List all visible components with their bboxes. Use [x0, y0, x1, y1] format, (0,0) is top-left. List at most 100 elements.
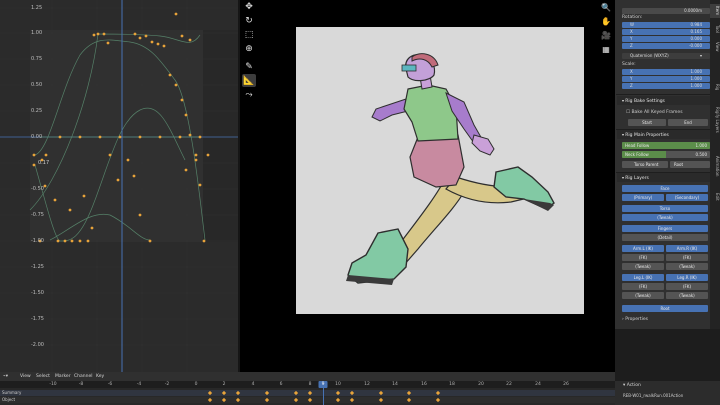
- current-frame-indicator[interactable]: 9: [318, 381, 328, 388]
- rotate-tool-icon[interactable]: ↻: [242, 14, 256, 27]
- y-axis-label: 1.25: [31, 5, 43, 11]
- panel-header-main-properties[interactable]: Rig Main Properties: [617, 130, 710, 139]
- layer-leg-l-tweak-button[interactable]: (Tweak): [622, 292, 664, 299]
- zoom-icon[interactable]: 🔍: [600, 1, 612, 13]
- frame-ruler[interactable]: -10 -8 -6 -4 -2 0 2 4 6 8 10 12 14 16 18…: [0, 381, 615, 388]
- properties-footer-label[interactable]: › Properties: [622, 317, 648, 322]
- pan-hand-icon[interactable]: ✋: [600, 15, 612, 27]
- y-axis-label: 0.50: [31, 82, 43, 88]
- frame-tick: 2: [222, 382, 226, 387]
- layer-leg-l-ik-button[interactable]: Leg.L (IK): [622, 274, 664, 281]
- tab-edit[interactable]: Edit: [710, 190, 720, 204]
- pose-tool-icon[interactable]: ⤳: [242, 88, 256, 101]
- action-name-field[interactable]: REB-W01_rwalkRun.001Action: [623, 393, 683, 398]
- annotate-tool-icon[interactable]: ✎: [242, 60, 256, 73]
- tab-rig[interactable]: Rig: [710, 80, 720, 94]
- bake-start-field[interactable]: Start: [628, 119, 666, 126]
- layer-arm-l-fk-button[interactable]: (FK): [622, 254, 664, 261]
- layer-arm-l-ik-button[interactable]: Arm.L (IK): [622, 245, 664, 252]
- scale-tool-icon[interactable]: ⬚: [242, 28, 256, 41]
- properties-footer-text: Properties: [625, 317, 648, 322]
- frame-tick: 16: [421, 382, 427, 387]
- layer-leg-r-tweak-button[interactable]: (Tweak): [666, 292, 708, 299]
- bake-all-keyed-label: Bake All Keyed Frames: [631, 110, 683, 115]
- camera-icon[interactable]: 🎥: [600, 29, 612, 41]
- frame-tick: 14: [392, 382, 398, 387]
- frame-tick: -8: [78, 382, 84, 387]
- bake-all-keyed-checkbox[interactable]: ☐ Bake All Keyed Frames: [626, 110, 683, 115]
- menu-select[interactable]: Select: [36, 372, 50, 381]
- torso-parent-select[interactable]: Root: [670, 161, 710, 168]
- rotation-mode-select[interactable]: Quaternion (WXYZ) ▾: [622, 53, 710, 59]
- tab-rigify-layers[interactable]: Rigify Layers: [710, 100, 720, 140]
- frame-tick: -6: [107, 382, 113, 387]
- rotation-x-field[interactable]: X 0.165: [622, 29, 710, 35]
- tab-animation[interactable]: Animation: [710, 146, 720, 186]
- layer-fingers-detail-button[interactable]: (Detail): [622, 234, 708, 241]
- location-field[interactable]: 0.0000m: [622, 8, 710, 14]
- frame-tick: 22: [506, 382, 512, 387]
- editor-type-icon[interactable]: ⌁▾: [3, 372, 8, 381]
- frame-tick: -4: [136, 382, 142, 387]
- menu-view[interactable]: View: [20, 372, 31, 381]
- head-follow-slider[interactable]: Head Follow 1.000: [622, 142, 710, 149]
- layer-arm-r-fk-button[interactable]: (FK): [666, 254, 708, 261]
- y-axis-label: 1.00: [31, 30, 43, 36]
- action-panel: Action REB-W01_rwalkRun.001Action: [615, 381, 720, 405]
- layer-root-button[interactable]: Root: [622, 305, 708, 312]
- layer-leg-r-fk-button[interactable]: (FK): [666, 283, 708, 290]
- tab-tool[interactable]: Tool: [710, 22, 720, 36]
- row-label: Object: [2, 397, 16, 402]
- sidebar-tabs: Item Tool View Rig Rigify Layers Animati…: [710, 0, 720, 329]
- tab-view[interactable]: View: [710, 40, 720, 54]
- panel-header-bake[interactable]: Rig Bake Settings: [617, 96, 710, 105]
- timeline[interactable]: -10 -8 -6 -4 -2 0 2 4 6 8 10 12 14 16 18…: [0, 381, 615, 405]
- bake-end-field[interactable]: End: [668, 119, 708, 126]
- rotation-z-field[interactable]: Z -0.000: [622, 43, 710, 49]
- layer-torso-button[interactable]: Torso: [622, 205, 708, 212]
- row-label: Summary: [2, 390, 22, 395]
- viewport-toolbar: ✥ ↻ ⬚ ⊕ ✎ 📐 ⤳: [242, 0, 258, 102]
- menu-key[interactable]: Key: [96, 372, 104, 381]
- neck-follow-slider[interactable]: Neck Follow 0.500: [622, 151, 710, 158]
- sidebar-empty-area: [615, 329, 720, 372]
- tab-item[interactable]: Item: [710, 4, 720, 18]
- scale-label: Scale:: [622, 62, 636, 67]
- rotation-y-field[interactable]: Y 0.000: [622, 36, 710, 42]
- frame-tick: 18: [449, 382, 455, 387]
- layer-secondary-button[interactable]: (Secondary): [666, 194, 708, 201]
- rotation-w-field[interactable]: W 0.984: [622, 22, 710, 28]
- layer-torso-tweak-button[interactable]: (Tweak): [622, 214, 708, 221]
- layer-arm-l-tweak-button[interactable]: (Tweak): [622, 263, 664, 270]
- y-axis-label: 0.75: [31, 56, 43, 62]
- y-axis-label: -1.25: [31, 264, 44, 270]
- layer-fingers-button[interactable]: Fingers: [622, 225, 708, 232]
- action-panel-header[interactable]: Action: [623, 383, 641, 388]
- layer-leg-l-fk-button[interactable]: (FK): [622, 283, 664, 290]
- menu-channel[interactable]: Channel: [74, 372, 92, 381]
- scale-y-field[interactable]: Y 1.000: [622, 76, 710, 82]
- layer-arm-r-ik-button[interactable]: Arm.R (IK): [666, 245, 708, 252]
- menu-marker[interactable]: Marker: [55, 372, 71, 381]
- viewport-navigation: 🔍 ✋ 🎥 ▦: [600, 1, 614, 57]
- scale-x-field[interactable]: X 1.000: [622, 69, 710, 75]
- y-axis-label: -0.75: [31, 212, 44, 218]
- y-axis-label: -2.00: [31, 342, 44, 348]
- layer-face-button[interactable]: Face: [622, 185, 708, 192]
- frame-tick: 26: [563, 382, 569, 387]
- y-axis-label: -1.00: [31, 238, 44, 244]
- editor-header: ⌁▾ View Select Marker Channel Key: [0, 372, 615, 381]
- layer-leg-r-ik-button[interactable]: Leg.R (IK): [666, 274, 708, 281]
- transform-tool-icon[interactable]: ⊕: [242, 42, 256, 55]
- scale-z-field[interactable]: Z 1.000: [622, 83, 710, 89]
- measure-tool-icon[interactable]: 📐: [242, 74, 256, 87]
- panel-header-rig-layers[interactable]: Rig Layers: [617, 173, 710, 182]
- camera-view: [296, 27, 584, 314]
- move-tool-icon[interactable]: ✥: [242, 0, 256, 13]
- running-character: [346, 53, 555, 285]
- graph-editor[interactable]: 1.25 1.00 0.75 0.50 0.25 0.00 -0.50 -0.7…: [0, 0, 238, 372]
- layer-arm-r-tweak-button[interactable]: (Tweak): [666, 263, 708, 270]
- layer-primary-button[interactable]: (Primary): [622, 194, 664, 201]
- 3d-viewport[interactable]: ✥ ↻ ⬚ ⊕ ✎ 📐 ⤳ 🔍 ✋ 🎥 ▦: [240, 0, 615, 372]
- grid-view-icon[interactable]: ▦: [600, 43, 612, 55]
